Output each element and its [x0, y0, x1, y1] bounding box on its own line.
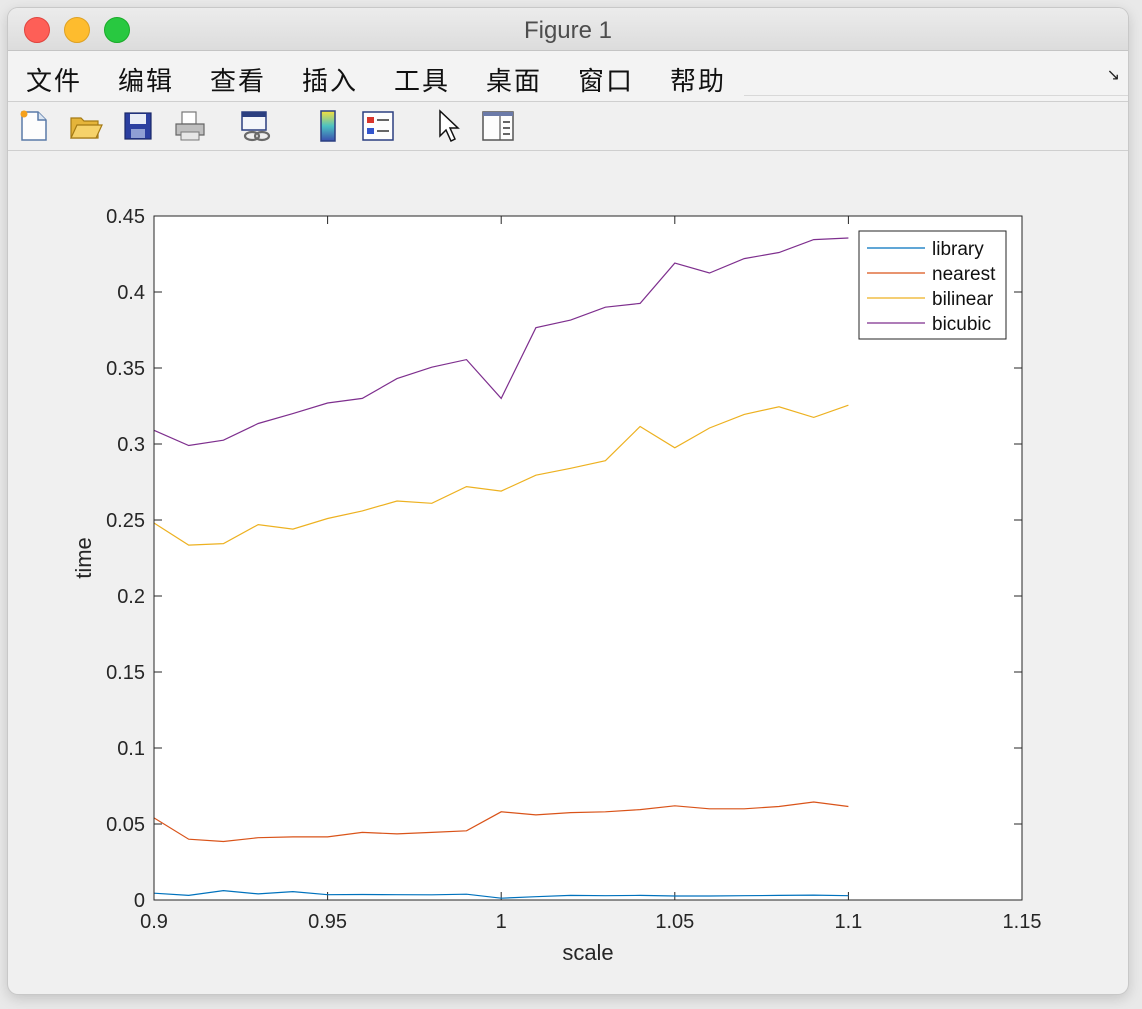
y-axis-label: time: [71, 537, 96, 579]
y-tick-label: 0.15: [106, 662, 145, 684]
y-tick-label: 0.2: [117, 586, 145, 608]
legend[interactable]: library nearest bilinear bicubic: [858, 230, 1007, 340]
y-tick-label: 0: [134, 890, 145, 912]
x-tick-label: 0.95: [308, 911, 347, 933]
x-axis-label: scale: [562, 940, 613, 965]
x-tick-label: 1.05: [655, 911, 694, 933]
x-tick-label: 1.1: [834, 911, 862, 933]
x-tick-label: 1.15: [1003, 911, 1042, 933]
y-tick-label: 0.4: [117, 282, 145, 304]
legend-label-nearest: nearest: [932, 264, 996, 285]
y-tick-label: 0.25: [106, 510, 145, 532]
y-tick-label: 0.3: [117, 434, 145, 456]
y-tick-label: 0.45: [106, 206, 145, 228]
legend-label-bilinear: bilinear: [932, 289, 994, 310]
y-tick-label: 0.35: [106, 358, 145, 380]
x-tick-label: 1: [496, 911, 507, 933]
plot-canvas: 0 0.05 0.1 0.15 0.2 0.25 0.3 0.35 0.4 0.45 0.9 0.95…: [71, 206, 1042, 965]
x-tick-label: 0.9: [140, 911, 168, 933]
y-tick-label: 0.1: [117, 738, 145, 760]
legend-label-bicubic: bicubic: [932, 314, 991, 335]
legend-label-library: library: [932, 239, 984, 260]
y-tick-label: 0.05: [106, 814, 145, 836]
